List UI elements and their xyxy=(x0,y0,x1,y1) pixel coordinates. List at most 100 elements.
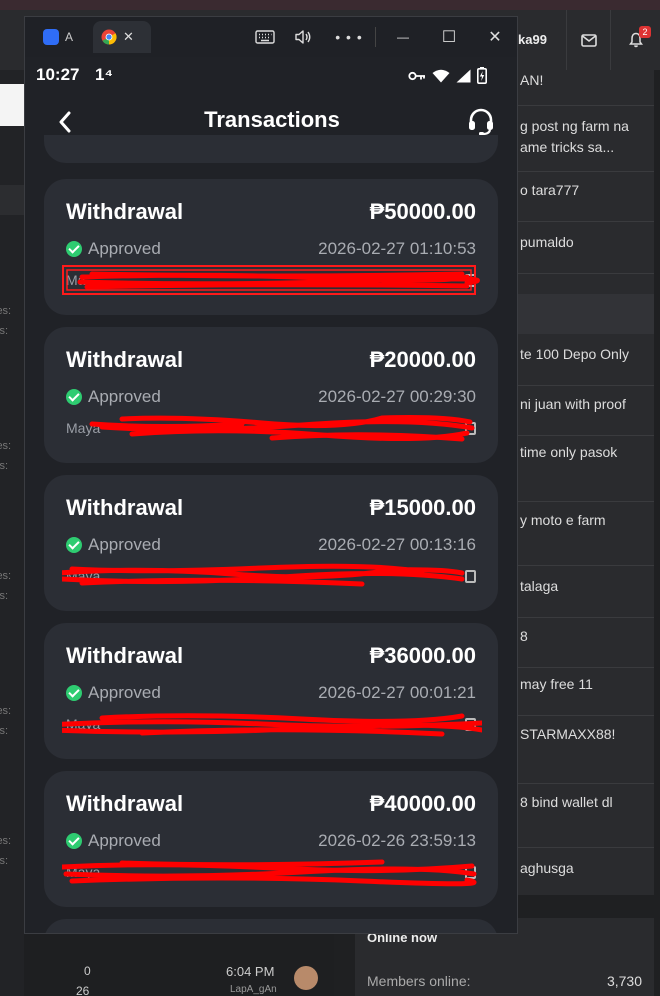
transaction-type: Withdrawal xyxy=(66,791,184,816)
forum-left-column: ies: ys: ies: ys: ies: ys: ies: ys: ies:… xyxy=(0,70,24,996)
transaction-amount: ₱40000.00 xyxy=(369,791,476,816)
transaction-amount: ₱50000.00 xyxy=(369,199,476,224)
app-icon xyxy=(43,29,59,45)
redaction-scribble xyxy=(62,265,480,295)
sidebar-fragment: ies: xyxy=(0,705,12,717)
window-titlebar: A ✕ • • • — ☐ ✕ xyxy=(25,17,517,57)
thread-item[interactable]: 8 bind wallet dl xyxy=(518,792,654,848)
sidebar-fragment: ys: xyxy=(0,590,9,602)
browser-top-strip xyxy=(0,0,660,10)
volume-button[interactable] xyxy=(283,17,323,57)
transaction-amount: ₱15000.00 xyxy=(369,495,476,520)
thread-item[interactable]: 8 xyxy=(518,626,654,668)
avatar[interactable] xyxy=(294,966,318,990)
sidebar-fragment: ies: xyxy=(0,835,12,847)
keyboard-icon xyxy=(255,30,275,44)
thread-item[interactable]: may free 11 xyxy=(518,674,654,716)
status-text: Approved xyxy=(88,831,161,850)
mail-icon xyxy=(580,33,597,47)
sidebar-fragment: ies: xyxy=(0,305,12,317)
status-text: Approved xyxy=(88,239,161,258)
transaction-card[interactable]: Withdrawal ₱36000.00 Approved 2026-02-27… xyxy=(44,623,498,759)
thread-item[interactable]: y moto e farm xyxy=(518,510,654,566)
thread-item[interactable]: aghusga xyxy=(518,858,654,894)
phone-status-bar: 10:27 1⁴ xyxy=(25,57,517,93)
thread-item[interactable]: g post ng farm na ame tricks sa... xyxy=(518,116,654,172)
forum-left-bar xyxy=(0,185,24,215)
notification-badge: 2 xyxy=(639,26,651,38)
transaction-date: 2026-02-27 00:29:30 xyxy=(318,387,476,406)
maximize-icon: ☐ xyxy=(441,29,457,46)
members-online-count: 3,730 xyxy=(606,973,642,989)
sidebar-fragment: ys: xyxy=(0,460,9,472)
status-badge: Approved xyxy=(66,683,161,703)
check-circle-icon xyxy=(66,537,82,553)
sidebar-fragment: ys: xyxy=(0,855,9,867)
tab-chrome[interactable]: ✕ xyxy=(93,21,151,53)
volume-icon xyxy=(295,30,311,44)
redaction-scribble xyxy=(62,713,482,737)
check-circle-icon xyxy=(66,389,82,405)
forum-user-bar: ka99 2 xyxy=(518,10,660,70)
status-text: Approved xyxy=(88,535,161,554)
close-icon: ✕ xyxy=(488,29,502,46)
tab-app[interactable]: A xyxy=(35,21,83,53)
thread-item[interactable]: time only pasok xyxy=(518,442,654,502)
status-badge: Approved xyxy=(66,831,161,851)
transaction-date: 2026-02-26 23:59:13 xyxy=(318,831,476,850)
sidebar-fragment: ies: xyxy=(0,440,12,452)
transaction-date: 2026-02-27 01:10:53 xyxy=(318,239,476,258)
transaction-type: Withdrawal xyxy=(66,643,184,668)
battery-charging-icon xyxy=(477,67,487,84)
maximize-button[interactable]: ☐ xyxy=(429,17,469,57)
thread-item[interactable]: te 100 Depo Only xyxy=(518,344,654,386)
transaction-card[interactable]: Withdrawal ₱15000.00 Approved 2026-02-27… xyxy=(44,475,498,611)
sidebar-fragment: ys: xyxy=(0,725,9,737)
keyboard-button[interactable] xyxy=(245,17,285,57)
more-options-icon[interactable]: • • • xyxy=(329,17,369,57)
clock: 10:27 xyxy=(36,65,80,84)
titlebar-divider xyxy=(375,27,376,47)
thread-item[interactable]: talaga xyxy=(518,576,654,618)
status-badge: Approved xyxy=(66,535,161,555)
status-badge: Approved xyxy=(66,239,161,259)
headset-support-icon[interactable] xyxy=(465,105,497,137)
wifi-icon xyxy=(432,69,450,82)
chrome-icon xyxy=(101,29,117,45)
forum-left-input xyxy=(0,84,24,126)
thread-item[interactable]: AN! xyxy=(518,70,654,106)
status-icons xyxy=(408,67,487,84)
transaction-type: Withdrawal xyxy=(66,199,184,224)
transaction-card[interactable]: Withdrawal ₱50000.00 Approved 2026-02-27… xyxy=(44,179,498,315)
sidebar-fragment: ys: xyxy=(0,325,9,337)
thread-item[interactable]: o tara777 xyxy=(518,180,654,222)
vpn-key-icon xyxy=(408,71,425,80)
thread-item[interactable]: pumaldo xyxy=(518,232,654,274)
transaction-card[interactable]: Withdrawal ₱20000.00 Approved 2026-02-27… xyxy=(44,327,498,463)
thread-item[interactable]: ni juan with proof xyxy=(518,394,654,436)
thread-section-header xyxy=(518,294,654,334)
close-tab-icon[interactable]: ✕ xyxy=(123,29,134,45)
check-circle-icon xyxy=(66,241,82,257)
phone-mirror-window: A ✕ • • • — ☐ ✕ 10:27 1⁴ Transactions Wi… xyxy=(24,16,518,934)
transaction-type: Withdrawal xyxy=(66,347,184,372)
forum-bottom-row: 0 26 6:04 PM LapA_gAn xyxy=(24,934,334,996)
minimize-icon: — xyxy=(397,30,409,44)
mail-button[interactable] xyxy=(566,10,610,70)
notifications-button[interactable]: 2 xyxy=(610,10,660,70)
transaction-card[interactable]: Withdrawal ₱40000.00 Approved 2026-02-26… xyxy=(44,771,498,907)
last-post-user[interactable]: LapA_gAn xyxy=(230,984,277,995)
minimize-button[interactable]: — xyxy=(383,17,423,57)
transaction-date: 2026-02-27 00:13:16 xyxy=(318,535,476,554)
redaction-scribble xyxy=(89,415,475,442)
check-circle-icon xyxy=(66,833,82,849)
transaction-amount: ₱20000.00 xyxy=(369,347,476,372)
forum-thread-list: AN! g post ng farm na ame tricks sa... o… xyxy=(518,70,654,895)
forum-username[interactable]: ka99 xyxy=(518,32,547,47)
page-title: Transactions xyxy=(204,107,340,132)
thread-item[interactable]: STARMAXX88! xyxy=(518,724,654,784)
transaction-amount: ₱36000.00 xyxy=(369,643,476,668)
transaction-card-partial xyxy=(44,135,498,163)
close-window-button[interactable]: ✕ xyxy=(475,17,515,57)
transactions-list: Withdrawal ₱50000.00 Approved 2026-02-27… xyxy=(25,135,517,933)
